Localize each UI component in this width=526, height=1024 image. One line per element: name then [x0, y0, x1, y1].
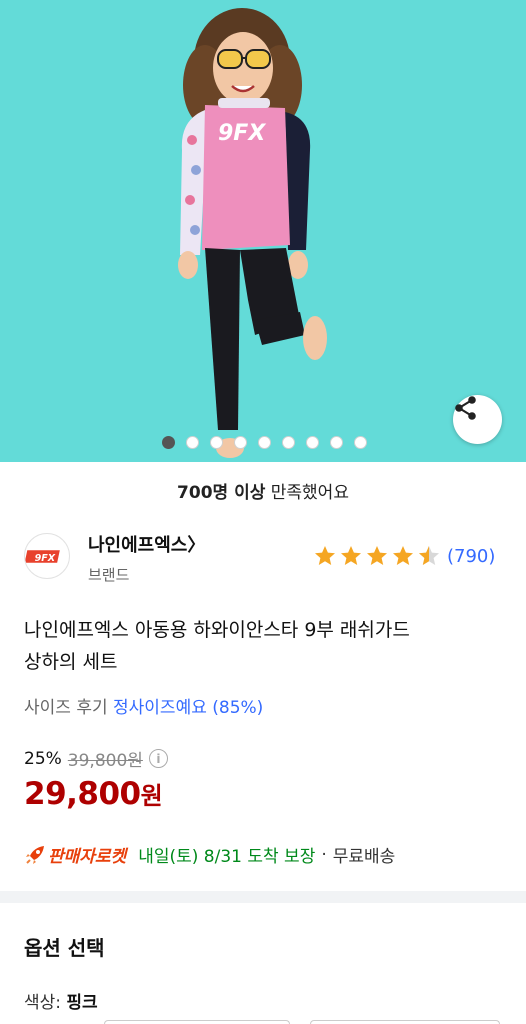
review-count[interactable]: (790): [447, 546, 495, 567]
option-chip[interactable]: [310, 1020, 500, 1024]
arrival-guarantee: 내일(토) 8/31 도착 보장: [138, 847, 316, 867]
color-option: 색상: 핑크: [24, 988, 98, 1013]
rating[interactable]: (790): [313, 544, 495, 568]
satisfaction-banner: 700명 이상 만족했어요: [0, 478, 526, 503]
product-title-line: 상하의 세트: [24, 651, 118, 673]
product-image-carousel[interactable]: 9FX: [0, 0, 526, 462]
discount-rate: 25%: [24, 748, 62, 769]
sale-price-unit: 원: [140, 782, 163, 810]
product-photo: 9FX: [178, 8, 327, 458]
section-divider: [0, 891, 526, 903]
delivery-info: 판매자로켓 내일(토) 8/31 도착 보장 · 무료배송: [24, 842, 395, 867]
star-rating: [313, 544, 441, 568]
satisfaction-text: 만족했어요: [265, 483, 349, 503]
star-full-icon: [367, 546, 387, 565]
svg-text:9FX: 9FX: [35, 553, 56, 564]
brand-logo[interactable]: 9FX: [24, 533, 70, 579]
rocket-icon: [26, 845, 44, 864]
carousel-dot[interactable]: [306, 436, 319, 449]
size-review[interactable]: 사이즈 후기 정사이즈예요 (85%): [24, 693, 263, 718]
carousel-dot[interactable]: [162, 436, 175, 449]
star-full-icon: [341, 546, 361, 565]
star-full-icon: [315, 546, 335, 565]
sale-price-value: 29,800: [24, 776, 141, 812]
free-shipping: 무료배송: [332, 847, 396, 867]
carousel-dot[interactable]: [354, 436, 367, 449]
color-value: 핑크: [66, 993, 98, 1013]
size-review-label: 사이즈 후기: [24, 698, 108, 718]
discount-row: 25% 39,800원 i: [24, 746, 168, 771]
star-full-icon: [393, 546, 413, 565]
option-chip[interactable]: [104, 1020, 290, 1024]
rocket-badge: 판매자로켓: [48, 847, 127, 867]
carousel-indicator: [162, 436, 367, 449]
brand-link[interactable]: 나인에프엑스〉: [88, 531, 205, 557]
original-price: 39,800원: [67, 751, 143, 771]
option-section-title: 옵션 선택: [24, 936, 105, 960]
product-title-line: 나인에프엑스 아동용 하와이안스타 9부 래쉬가드: [24, 619, 410, 641]
brand-name: 나인에프엑스: [88, 535, 188, 556]
product-title: 나인에프엑스 아동용 하와이안스타 9부 래쉬가드 상하의 세트: [24, 614, 504, 678]
share-button[interactable]: [453, 395, 502, 444]
svg-text:9FX: 9FX: [218, 121, 266, 146]
size-review-value: 정사이즈예요 (85%): [113, 698, 264, 718]
color-label: 색상:: [24, 993, 62, 1013]
carousel-dot[interactable]: [234, 436, 247, 449]
brand-logo-image: 9FX: [25, 550, 60, 564]
carousel-dot[interactable]: [282, 436, 295, 449]
carousel-dot[interactable]: [330, 436, 343, 449]
satisfaction-count: 700명 이상: [177, 483, 266, 503]
info-icon[interactable]: i: [148, 749, 168, 768]
brand-sublabel: 브랜드: [88, 566, 130, 584]
star-half-icon: [419, 546, 439, 565]
option-chip-row: [0, 1020, 526, 1024]
carousel-dot[interactable]: [186, 436, 199, 449]
carousel-dot[interactable]: [210, 436, 223, 449]
chevron-right-icon: 〉: [187, 535, 206, 556]
sale-price: 29,800원: [24, 776, 163, 812]
carousel-dot[interactable]: [258, 436, 271, 449]
share-icon: [455, 396, 476, 420]
delivery-separator: ·: [321, 844, 327, 865]
